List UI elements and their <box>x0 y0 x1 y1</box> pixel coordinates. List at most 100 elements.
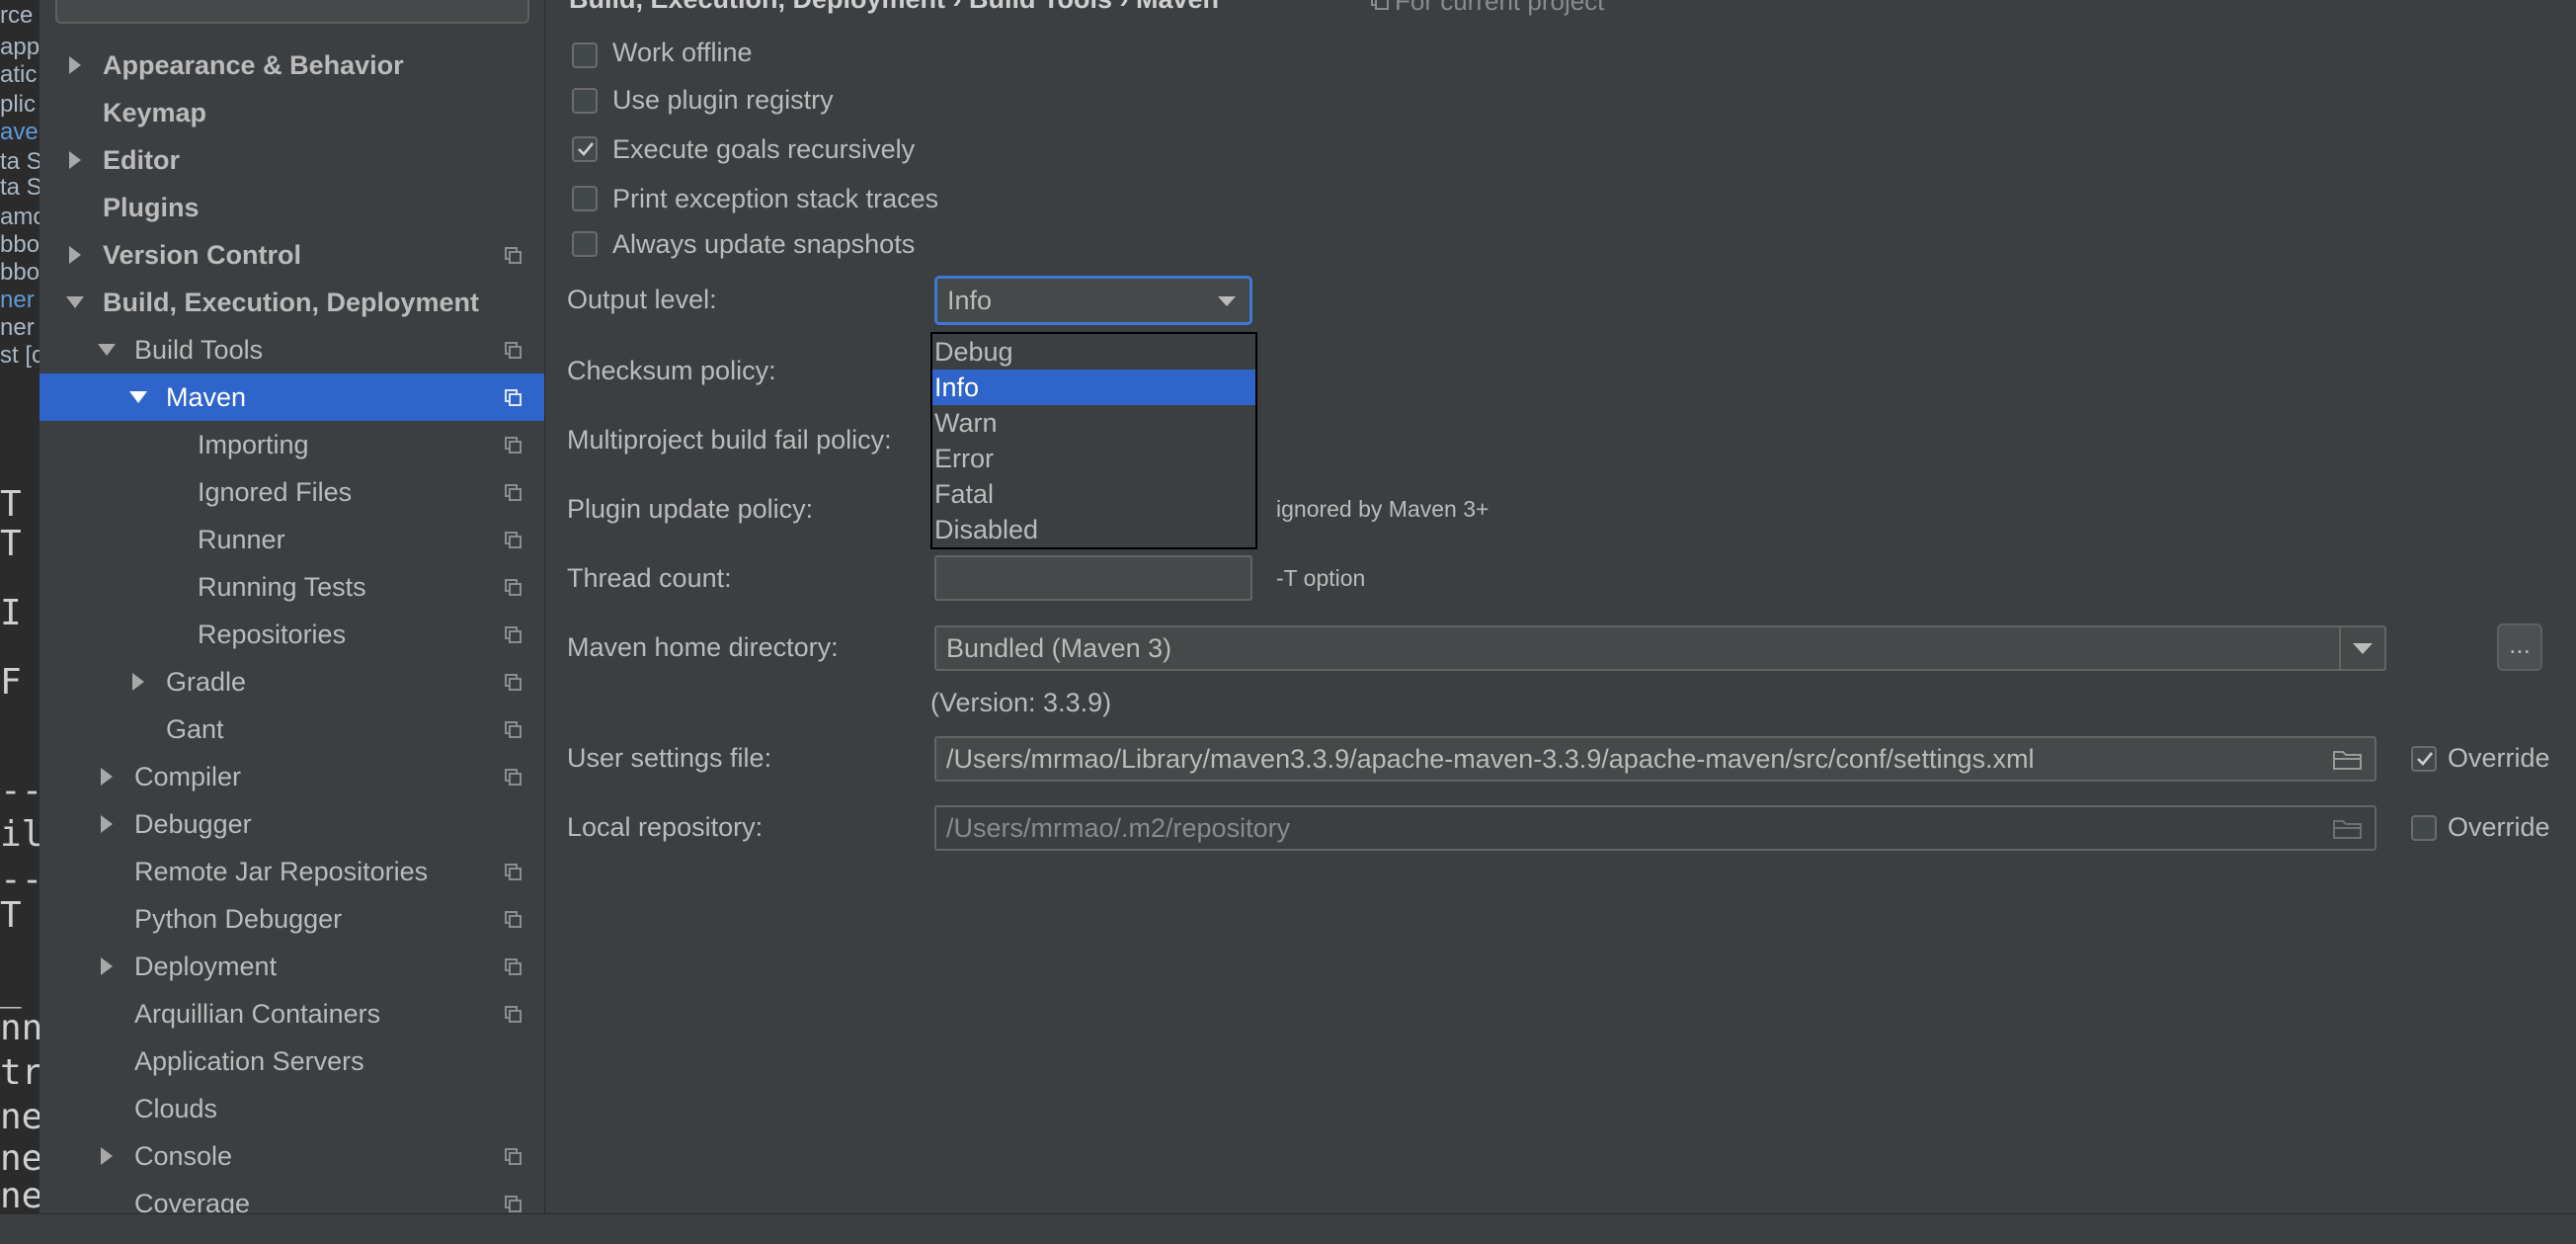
local-repository-input[interactable]: /Users/mrmao/.m2/repository <box>934 805 2376 851</box>
project-scope-icon <box>505 769 522 786</box>
dialog-bottom-bar <box>0 1213 2576 1244</box>
background-text-fragment: ta S <box>0 174 40 201</box>
sidebar-item-appearance-behavior[interactable]: Appearance & Behavior <box>40 41 544 89</box>
output-level-combo[interactable]: Info <box>934 276 1252 325</box>
sidebar-item-label: Plugins <box>103 193 200 222</box>
sidebar-item-runner[interactable]: Runner <box>40 516 544 563</box>
project-scope-icon <box>505 911 522 928</box>
expanded-arrow-icon[interactable] <box>128 385 148 409</box>
collapsed-arrow-icon[interactable] <box>97 765 117 788</box>
sidebar-item-clouds[interactable]: Clouds <box>40 1085 544 1132</box>
thread-count-note: -T option <box>1276 565 1366 591</box>
sidebar-item-importing[interactable]: Importing <box>40 421 544 468</box>
project-scope-icon <box>505 1148 522 1165</box>
sidebar-item-label: Deployment <box>134 952 278 981</box>
sidebar-item-build-execution-deployment[interactable]: Build, Execution, Deployment <box>40 279 544 326</box>
maven-home-label: Maven home directory: <box>567 632 839 662</box>
sidebar-item-label: Keymap <box>103 98 207 127</box>
sidebar-item-compiler[interactable]: Compiler <box>40 753 544 800</box>
settings-search-input[interactable] <box>55 0 529 24</box>
maven-version-text: (Version: 3.3.9) <box>930 688 1112 717</box>
sidebar-item-keymap[interactable]: Keymap <box>40 89 544 136</box>
project-scope-icon <box>505 342 522 359</box>
sidebar-item-editor[interactable]: Editor <box>40 136 544 184</box>
background-editor: rceappaticplicave.ta Sta Samobbobbonerne… <box>0 0 40 1243</box>
user-settings-override-checkbox[interactable] <box>2411 746 2437 772</box>
background-code-fragment: _ - <box>0 968 40 1009</box>
sidebar-item-gant[interactable]: Gant <box>40 705 544 753</box>
plugin-update-policy-label: Plugin update policy: <box>567 494 814 524</box>
sidebar-item-build-tools[interactable]: Build Tools <box>40 326 544 373</box>
dropdown-option-warn[interactable]: Warn <box>932 405 1255 441</box>
sidebar-item-arquillian-containers[interactable]: Arquillian Containers <box>40 990 544 1037</box>
background-code-fragment: nn <box>0 1008 40 1048</box>
sidebar-item-python-debugger[interactable]: Python Debugger <box>40 895 544 943</box>
maven-settings-panel: Build, Execution, Deployment › Build Too… <box>545 0 2576 1243</box>
user-settings-label: User settings file: <box>567 743 772 773</box>
background-text-fragment: bbo <box>0 259 40 286</box>
collapsed-arrow-icon[interactable] <box>97 1144 117 1168</box>
use-plugin-registry-label: Use plugin registry <box>612 85 834 115</box>
print-exception-stack-traces-checkbox[interactable] <box>572 186 598 211</box>
sidebar-item-remote-jar-repositories[interactable]: Remote Jar Repositories <box>40 848 544 895</box>
sidebar-item-label: Python Debugger <box>134 904 343 934</box>
always-update-snapshots-label: Always update snapshots <box>612 229 916 259</box>
sidebar-item-deployment[interactable]: Deployment <box>40 943 544 990</box>
background-text-fragment: bbo <box>0 231 40 258</box>
background-code-fragment: T <box>0 895 22 936</box>
execute-goals-recursively-checkbox[interactable] <box>572 136 598 162</box>
dropdown-option-fatal[interactable]: Fatal <box>932 476 1255 512</box>
folder-icon[interactable] <box>2333 748 2363 770</box>
dropdown-option-debug[interactable]: Debug <box>932 334 1255 370</box>
sidebar-item-running-tests[interactable]: Running Tests <box>40 563 544 611</box>
sidebar-item-ignored-files[interactable]: Ignored Files <box>40 468 544 516</box>
collapsed-arrow-icon[interactable] <box>97 812 117 836</box>
folder-icon[interactable] <box>2333 817 2363 839</box>
sidebar-item-version-control[interactable]: Version Control <box>40 231 544 279</box>
work-offline-checkbox[interactable] <box>572 42 598 68</box>
collapsed-arrow-icon[interactable] <box>128 670 148 694</box>
output-level-label: Output level: <box>567 285 717 314</box>
collapsed-arrow-icon[interactable] <box>97 954 117 978</box>
project-scope-icon <box>505 484 522 501</box>
use-plugin-registry-checkbox[interactable] <box>572 88 598 114</box>
output-level-value: Info <box>947 286 993 315</box>
thread-count-input[interactable] <box>934 555 1252 601</box>
sidebar-item-label: Repositories <box>198 620 347 649</box>
sidebar-item-console[interactable]: Console <box>40 1132 544 1180</box>
plugin-update-note: ignored by Maven 3+ <box>1276 496 1489 522</box>
background-code-fragment: il <box>0 814 40 855</box>
always-update-snapshots-checkbox[interactable] <box>572 231 598 257</box>
sidebar-item-plugins[interactable]: Plugins <box>40 184 544 231</box>
expanded-arrow-icon[interactable] <box>97 338 117 362</box>
dropdown-option-disabled[interactable]: Disabled <box>932 512 1255 547</box>
collapsed-arrow-icon[interactable] <box>65 243 85 267</box>
sidebar-item-gradle[interactable]: Gradle <box>40 658 544 705</box>
output-level-dropdown-list: Debug Info Warn Error Fatal Disabled <box>930 332 1257 549</box>
breadcrumb: Build, Execution, Deployment › Build Too… <box>569 0 1219 15</box>
local-repository-override-checkbox[interactable] <box>2411 815 2437 841</box>
collapsed-arrow-icon[interactable] <box>65 148 85 172</box>
maven-home-combo[interactable]: Bundled (Maven 3) <box>934 625 2386 671</box>
background-text-fragment: ta S <box>0 148 40 175</box>
sidebar-item-label: Gradle <box>166 667 247 697</box>
project-scope-icon <box>505 1006 522 1023</box>
sidebar-item-application-servers[interactable]: Application Servers <box>40 1037 544 1085</box>
sidebar-item-maven[interactable]: Maven <box>40 373 544 421</box>
collapsed-arrow-icon[interactable] <box>65 53 85 77</box>
background-code-fragment: -- <box>0 860 40 900</box>
background-code-fragment: ne <box>0 1097 40 1137</box>
sidebar-item-debugger[interactable]: Debugger <box>40 800 544 848</box>
user-settings-input[interactable]: /Users/mrmao/Library/maven3.3.9/apache-m… <box>934 736 2376 782</box>
background-text-fragment: amo <box>0 204 40 230</box>
dropdown-option-error[interactable]: Error <box>932 441 1255 476</box>
sidebar-item-repositories[interactable]: Repositories <box>40 611 544 658</box>
sidebar-item-label: Compiler <box>134 762 242 791</box>
sidebar-item-label: Editor <box>103 145 180 175</box>
maven-home-browse-button[interactable]: ... <box>2497 623 2542 671</box>
expanded-arrow-icon[interactable] <box>65 290 85 314</box>
check-icon <box>578 142 595 156</box>
project-scope-icon <box>505 674 522 691</box>
dropdown-option-info[interactable]: Info <box>932 370 1255 405</box>
maven-home-dropdown-button[interactable] <box>2339 627 2384 669</box>
